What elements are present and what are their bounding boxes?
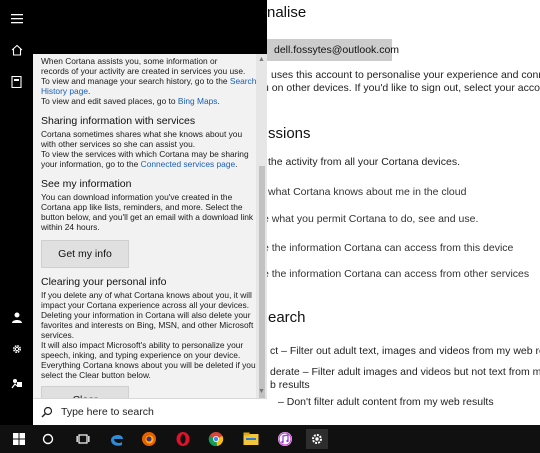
scroll-down-icon[interactable]: ▼ [257, 387, 266, 396]
clear-heading: Clearing your personal info [41, 276, 167, 288]
opera-icon[interactable] [173, 429, 193, 449]
taskbar [0, 425, 540, 453]
intro-text: When Cortana assists you, some informati… [41, 56, 257, 106]
notebook-icon[interactable] [6, 71, 27, 92]
flyout-header [33, 0, 267, 54]
intro-line-3: To view and manage your search history, … [41, 76, 228, 86]
home-icon[interactable] [6, 39, 27, 60]
left-rail [0, 0, 33, 425]
hamburger-menu-icon[interactable] [6, 8, 27, 29]
cortana-circle-icon[interactable] [38, 429, 58, 449]
heading-permissions: ssions [268, 125, 311, 142]
safesearch-moderate-cont: b results [270, 379, 310, 391]
cloud-info-link[interactable]: what Cortana knows about me in the cloud [268, 186, 466, 198]
settings-gear-icon[interactable] [306, 429, 328, 449]
get-my-info-button[interactable]: Get my info [41, 240, 129, 268]
scroll-thumb[interactable] [259, 166, 265, 402]
device-info-link[interactable]: e the information Cortana can access fro… [263, 242, 513, 254]
cortana-privacy-panel: When Cortana assists you, some informati… [33, 54, 267, 398]
bing-maps-link[interactable]: Bing Maps [178, 96, 218, 106]
see-info-heading: See my information [41, 178, 132, 190]
see-info-text: You can download information you've crea… [41, 192, 254, 232]
safesearch-moderate[interactable]: derate – Filter adult images and videos … [270, 366, 540, 378]
search-box[interactable]: Type here to search [33, 398, 267, 425]
account-text-2: u on other devices. If you'd like to sig… [263, 82, 540, 94]
intro-line-4: To view and edit saved places, go to [41, 96, 176, 106]
account-icon[interactable] [6, 306, 27, 327]
intro-line-2: records of your activity are created in … [41, 66, 246, 76]
heading-search: earch [268, 309, 306, 326]
intro-line-1: When Cortana assists you, some informati… [41, 56, 218, 66]
safesearch-strict[interactable]: ct – Filter out adult text, images and v… [270, 345, 540, 357]
scroll-up-icon[interactable]: ▲ [257, 55, 266, 64]
file-explorer-icon[interactable] [241, 429, 261, 449]
task-view-icon[interactable] [73, 429, 93, 449]
settings-icon[interactable] [6, 338, 27, 359]
itunes-icon[interactable] [275, 429, 295, 449]
search-icon [41, 406, 53, 418]
account-email-button[interactable]: dell.fossytes@outlook.com [262, 39, 399, 61]
services-info-link[interactable]: e the information Cortana can access fro… [263, 268, 529, 280]
clear-text: If you delete any of what Cortana knows … [41, 290, 259, 380]
firefox-icon[interactable] [139, 429, 159, 449]
sharing-line-1: Cortana sometimes shares what she knows … [41, 129, 243, 149]
feedback-icon[interactable] [6, 372, 27, 393]
panel-scrollbar[interactable]: ▲ ▼ [256, 54, 267, 402]
screen: { "settings_bg": { "heading_personalise"… [0, 0, 540, 453]
clear-line-2: It will also impact Microsoft's ability … [41, 340, 256, 380]
sharing-heading: Sharing information with services [41, 115, 196, 127]
panel-content: When Cortana assists you, some informati… [41, 54, 259, 398]
search-placeholder: Type here to search [61, 406, 154, 418]
clear-button[interactable]: Clear [41, 386, 129, 398]
heading-personalise: nalise [267, 4, 307, 21]
clear-line-1: If you delete any of what Cortana knows … [41, 290, 254, 340]
safesearch-off[interactable]: – Don't filter adult content from my web… [278, 396, 494, 408]
edge-icon[interactable] [107, 429, 127, 449]
sharing-text: Cortana sometimes shares what she knows … [41, 129, 249, 169]
activity-text: the activity from all your Cortana devic… [268, 156, 460, 168]
windows-start-icon[interactable] [9, 429, 29, 449]
chrome-icon[interactable] [206, 429, 226, 449]
connected-services-link[interactable]: Connected services page [141, 159, 236, 169]
permissions-link[interactable]: e what you permit Cortana to do, see and… [263, 213, 478, 225]
account-text-1: uses this account to personalise your ex… [271, 69, 540, 81]
